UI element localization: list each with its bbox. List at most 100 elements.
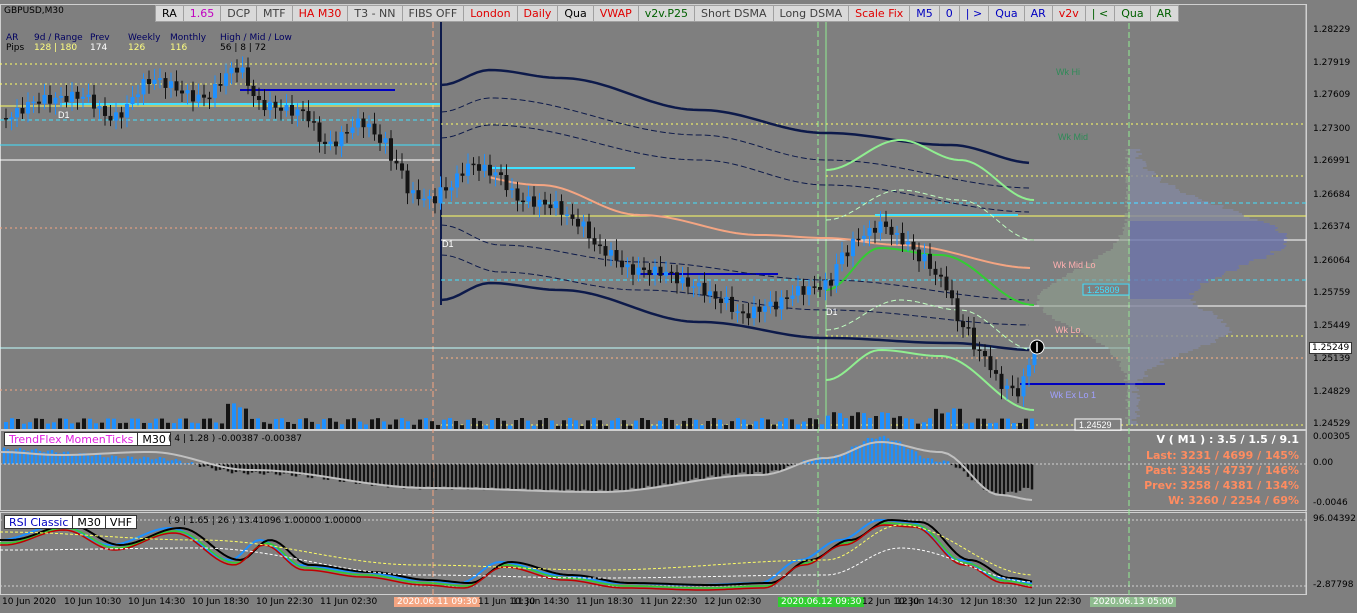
candle-body bbox=[967, 327, 971, 329]
toolbar-button-12[interactable]: Short DSMA bbox=[694, 5, 773, 22]
volume-bar bbox=[754, 421, 758, 429]
candle-body bbox=[54, 98, 58, 104]
level-label: D1 bbox=[58, 110, 70, 120]
candle-body bbox=[444, 187, 448, 190]
toolbar-button-15[interactable]: M5 bbox=[909, 5, 940, 22]
volume-bar bbox=[496, 418, 500, 429]
candle-body bbox=[180, 91, 184, 94]
volume-stats-prev: Prev: 3258 / 4381 / 134% bbox=[1144, 479, 1299, 492]
candle-body bbox=[279, 108, 283, 111]
candle-body bbox=[92, 95, 96, 109]
candle-body bbox=[554, 201, 558, 208]
candle-body bbox=[615, 250, 619, 261]
volume-bar bbox=[520, 418, 524, 429]
candle-body bbox=[664, 272, 668, 276]
candle-body bbox=[758, 307, 762, 312]
toolbar-button-8[interactable]: Daily bbox=[517, 5, 559, 22]
toolbar-button-17[interactable]: | > bbox=[959, 5, 989, 22]
candle-body bbox=[114, 112, 118, 120]
candle-body bbox=[807, 286, 811, 294]
candle-body bbox=[466, 164, 470, 176]
toolbar-button-21[interactable]: | < bbox=[1085, 5, 1115, 22]
indicator2-name[interactable]: RSI Classic bbox=[4, 515, 73, 529]
volume-bar bbox=[850, 416, 854, 429]
indicator2-extra[interactable]: VHF bbox=[105, 515, 137, 529]
volume-bar bbox=[1018, 423, 1022, 429]
candle-body bbox=[648, 270, 652, 275]
candle-body bbox=[373, 124, 377, 135]
candle-body bbox=[670, 272, 674, 274]
toolbar-button-7[interactable]: London bbox=[463, 5, 517, 22]
toolbar-button-9[interactable]: Qua bbox=[557, 5, 593, 22]
volume-bar bbox=[880, 412, 884, 429]
volume-bar bbox=[40, 419, 44, 429]
toolbar-button-2[interactable]: DCP bbox=[220, 5, 257, 22]
toolbar-button-4[interactable]: HA M30 bbox=[292, 5, 349, 22]
toolbar-button-3[interactable]: MTF bbox=[256, 5, 293, 22]
volume-bar bbox=[814, 419, 818, 429]
time-tick: 11 Jun 22:30 bbox=[640, 597, 697, 607]
toolbar-button-11[interactable]: v2v.P25 bbox=[638, 5, 695, 22]
volume-bar bbox=[862, 413, 866, 429]
toolbar-button-14[interactable]: Scale Fix bbox=[848, 5, 910, 22]
price-tick: 1.25449 bbox=[1313, 321, 1350, 331]
volume-bar bbox=[904, 418, 908, 429]
candle-body bbox=[868, 228, 872, 236]
candle-body bbox=[763, 306, 767, 311]
toolbar-button-10[interactable]: VWAP bbox=[593, 5, 639, 22]
volume-bar bbox=[724, 425, 728, 429]
toolbar-button-5[interactable]: T3 - NN bbox=[347, 5, 402, 22]
time-tick: 2020.06.11 09:30 bbox=[394, 597, 480, 607]
volume-bar bbox=[994, 423, 998, 429]
volume-bar bbox=[730, 421, 734, 429]
volume-bar bbox=[196, 423, 200, 429]
candle-body bbox=[802, 286, 806, 295]
level-label: Wk Ex Lo 1 bbox=[1050, 390, 1096, 400]
volume-bar bbox=[1030, 419, 1034, 429]
volume-bar bbox=[838, 413, 842, 429]
candle-body bbox=[411, 190, 415, 193]
time-tick: 10 Jun 2020 bbox=[2, 597, 56, 607]
candle-body bbox=[1005, 386, 1009, 389]
toolbar-button-18[interactable]: Qua bbox=[988, 5, 1024, 22]
volume-bar bbox=[376, 418, 380, 429]
time-tick: 12 Jun 02:30 bbox=[704, 597, 761, 607]
candle-body bbox=[21, 108, 25, 113]
candle-body bbox=[285, 105, 289, 111]
toolbar-button-23[interactable]: AR bbox=[1150, 5, 1179, 22]
candle-body bbox=[983, 351, 987, 356]
candle-body bbox=[197, 95, 201, 102]
toolbar-button-16[interactable]: 0 bbox=[939, 5, 960, 22]
indicator1-name[interactable]: TrendFlex MomenTicks bbox=[4, 432, 138, 446]
volume-bar bbox=[934, 409, 938, 429]
candle-body bbox=[593, 238, 597, 244]
volume-bar bbox=[502, 421, 506, 429]
level-label: Wk Hi bbox=[1056, 67, 1080, 77]
volume-bar bbox=[172, 423, 176, 429]
toolbar-button-22[interactable]: Qua bbox=[1114, 5, 1150, 22]
toolbar-button-13[interactable]: Long DSMA bbox=[773, 5, 850, 22]
toolbar-button-19[interactable]: AR bbox=[1024, 5, 1053, 22]
info-row1-3: Weekly bbox=[128, 33, 160, 43]
candle-body bbox=[884, 222, 888, 227]
candle-body bbox=[1016, 388, 1020, 396]
toolbar-button-0[interactable]: RA bbox=[155, 5, 184, 22]
indicator1-tf[interactable]: M30 bbox=[137, 432, 171, 446]
candle-body bbox=[76, 92, 80, 99]
toolbar-button-1[interactable]: 1.65 bbox=[183, 5, 222, 22]
volume-bar bbox=[1000, 419, 1004, 429]
candle-body bbox=[263, 100, 267, 110]
toolbar-button-6[interactable]: FIBS OFF bbox=[402, 5, 465, 22]
candle-body bbox=[609, 250, 613, 256]
candle-body bbox=[774, 302, 778, 310]
volume-bar bbox=[148, 423, 152, 429]
indicator2-tf[interactable]: M30 bbox=[72, 515, 106, 529]
candle-body bbox=[780, 297, 784, 309]
price-tick: 1.25139 bbox=[1313, 354, 1350, 364]
volume-bar bbox=[310, 422, 314, 429]
volume-bar bbox=[214, 422, 218, 429]
volume-bar bbox=[352, 418, 356, 429]
candle-body bbox=[912, 242, 916, 250]
toolbar-button-20[interactable]: v2v bbox=[1052, 5, 1086, 22]
volume-bar bbox=[112, 419, 116, 429]
